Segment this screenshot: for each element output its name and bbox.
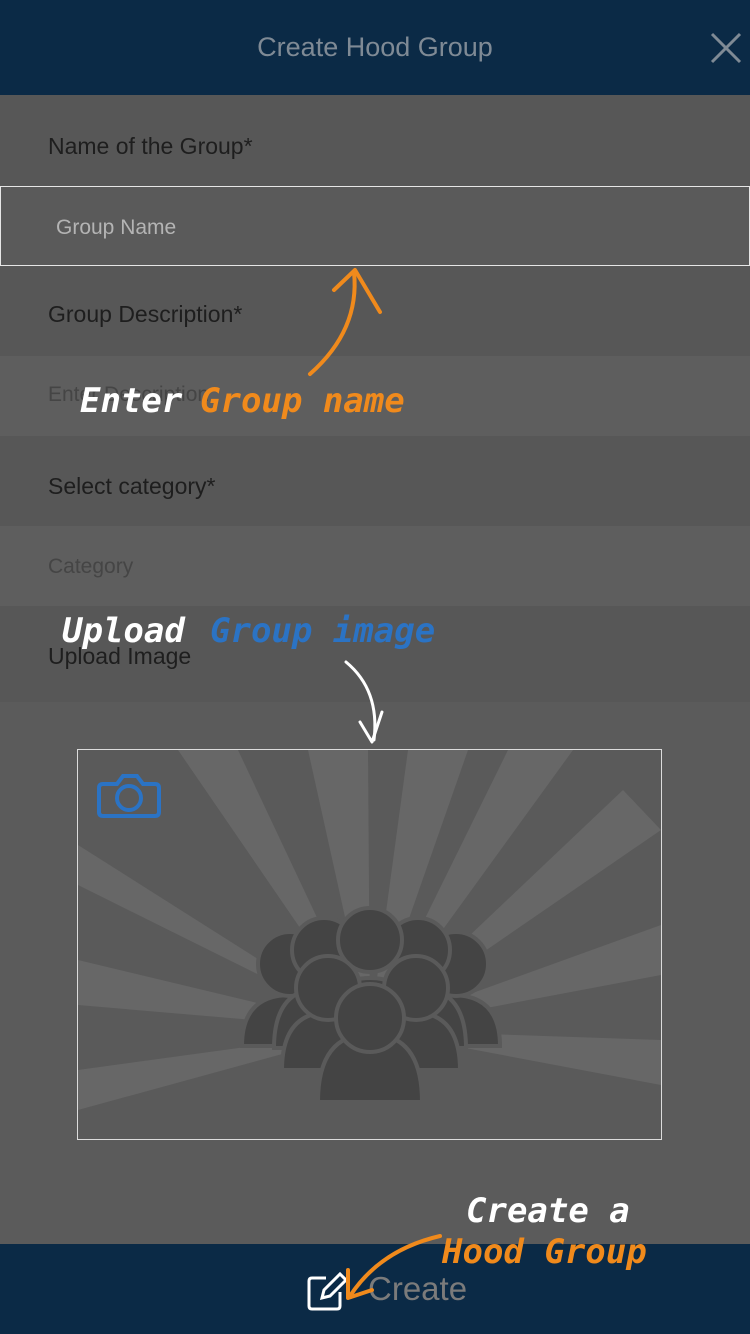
close-icon[interactable] [708, 30, 744, 66]
tutorial-hood-group: Hood Group [442, 1232, 647, 1272]
category-select[interactable]: Category [48, 555, 133, 579]
group-name-placeholder: Group Name [56, 216, 177, 239]
tutorial-create-a: Create a [466, 1191, 630, 1231]
group-people-icon [78, 750, 661, 1110]
tutorial-group-name: Group name [200, 381, 405, 421]
category-label: Select category* [48, 473, 216, 499]
header-bar: Create Hood Group [0, 0, 750, 95]
description-label: Group Description* [48, 301, 243, 327]
group-image-placeholder[interactable] [77, 749, 662, 1140]
tutorial-group-image: Group image [210, 611, 436, 651]
page-title: Create Hood Group [257, 32, 493, 62]
tutorial-upload: Upload [62, 611, 185, 651]
camera-icon[interactable] [97, 770, 161, 820]
create-label: Create [368, 1270, 468, 1307]
name-label: Name of the Group* [48, 133, 253, 159]
tutorial-enter: Enter [80, 381, 183, 421]
edit-icon [307, 1271, 348, 1311]
